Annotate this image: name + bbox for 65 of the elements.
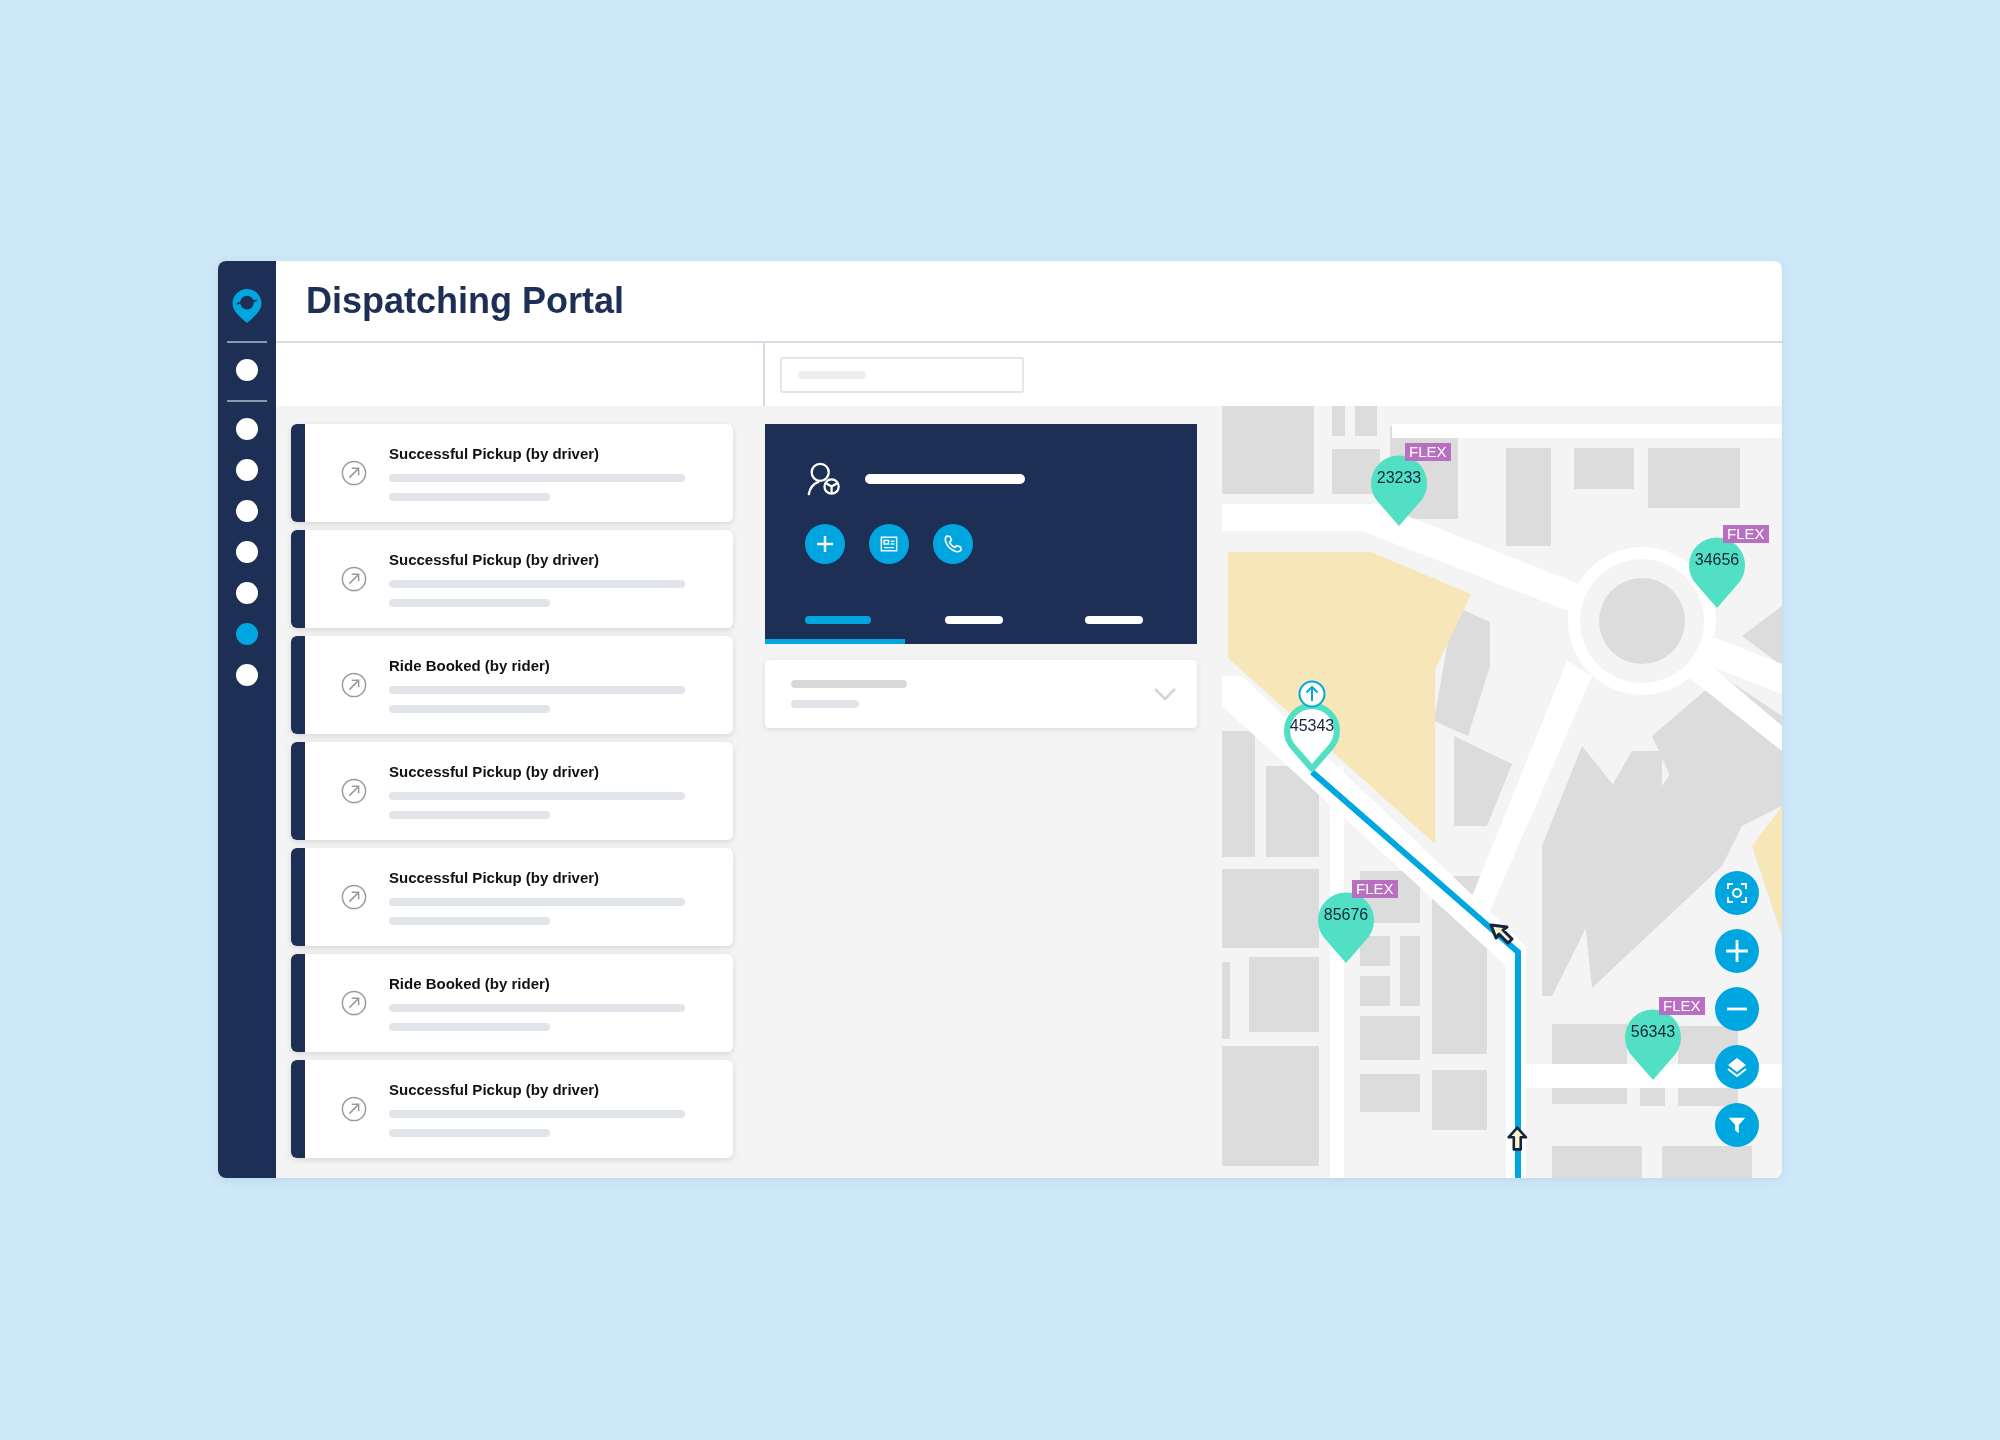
plus-icon bbox=[815, 534, 835, 554]
city-block bbox=[1574, 448, 1634, 489]
phone-button[interactable] bbox=[933, 524, 973, 564]
nav-item[interactable] bbox=[236, 500, 258, 522]
city-block bbox=[1360, 1016, 1420, 1060]
event-title: Successful Pickup (by driver) bbox=[389, 445, 601, 462]
nav-item[interactable] bbox=[236, 459, 258, 481]
nav-item[interactable] bbox=[236, 582, 258, 604]
nav-item[interactable] bbox=[236, 664, 258, 686]
flex-badge: FLEX bbox=[1659, 997, 1705, 1015]
pin-number: 23233 bbox=[1375, 469, 1423, 487]
pin-number: 56343 bbox=[1629, 1023, 1677, 1041]
focus-icon bbox=[1726, 882, 1748, 904]
arrow-circle-icon bbox=[341, 460, 367, 486]
phone-icon bbox=[943, 534, 963, 554]
driver-icon bbox=[805, 460, 843, 498]
window-title: Dispatching Portal bbox=[306, 280, 625, 322]
city-block bbox=[1360, 936, 1390, 966]
event-title: Successful Pickup (by driver) bbox=[389, 551, 601, 568]
pin-number: 45343 bbox=[1288, 717, 1336, 735]
arrow-circle-icon bbox=[341, 566, 367, 592]
city-block bbox=[1360, 976, 1390, 1006]
city-block bbox=[1332, 406, 1345, 436]
event-card[interactable]: Ride Booked (by rider) bbox=[291, 954, 733, 1052]
arrow-circle-icon bbox=[341, 778, 367, 804]
nav-item[interactable] bbox=[236, 359, 258, 381]
event-card[interactable]: Successful Pickup (by driver) bbox=[291, 530, 733, 628]
plus-icon bbox=[1725, 939, 1749, 963]
nav-item[interactable] bbox=[236, 418, 258, 440]
event-card[interactable]: Successful Pickup (by driver) bbox=[291, 1060, 733, 1158]
event-card[interactable]: Ride Booked (by rider) bbox=[291, 636, 733, 734]
event-title: Successful Pickup (by driver) bbox=[389, 1081, 601, 1098]
arrow-up-circle-icon bbox=[1298, 680, 1326, 708]
arrow-circle-icon bbox=[341, 672, 367, 698]
event-title: Successful Pickup (by driver) bbox=[389, 869, 601, 886]
pin-number: 85676 bbox=[1322, 906, 1370, 924]
logo-icon bbox=[230, 287, 264, 325]
city-block bbox=[1432, 1070, 1487, 1130]
pin-number: 34656 bbox=[1693, 551, 1741, 569]
event-card[interactable]: Successful Pickup (by driver) bbox=[291, 742, 733, 840]
chevron-down-icon bbox=[1153, 687, 1177, 701]
event-card[interactable]: Successful Pickup (by driver) bbox=[291, 424, 733, 522]
flex-badge: FLEX bbox=[1352, 880, 1398, 898]
filter-icon bbox=[1727, 1115, 1747, 1135]
minus-icon bbox=[1725, 1006, 1749, 1012]
id-card-button[interactable] bbox=[869, 524, 909, 564]
arrow-circle-icon bbox=[341, 884, 367, 910]
city-block bbox=[1742, 606, 1782, 666]
event-card[interactable]: Successful Pickup (by driver) bbox=[291, 848, 733, 946]
id-card-icon bbox=[880, 535, 898, 553]
layers-icon bbox=[1726, 1056, 1748, 1078]
city-block bbox=[1360, 1074, 1420, 1112]
city-block bbox=[1400, 936, 1420, 1006]
nav-item[interactable] bbox=[236, 541, 258, 563]
flex-badge: FLEX bbox=[1723, 525, 1769, 543]
event-title: Ride Booked (by rider) bbox=[389, 975, 551, 992]
flex-badge: FLEX bbox=[1405, 443, 1451, 461]
add-button[interactable] bbox=[805, 524, 845, 564]
event-title: Successful Pickup (by driver) bbox=[389, 763, 601, 780]
placeholder-bar bbox=[791, 700, 859, 708]
search-field[interactable] bbox=[780, 356, 1024, 393]
arrow-circle-icon bbox=[341, 990, 367, 1016]
arrow-circle-icon bbox=[341, 1096, 367, 1122]
event-title: Ride Booked (by rider) bbox=[389, 657, 551, 674]
city-block bbox=[1355, 406, 1377, 436]
